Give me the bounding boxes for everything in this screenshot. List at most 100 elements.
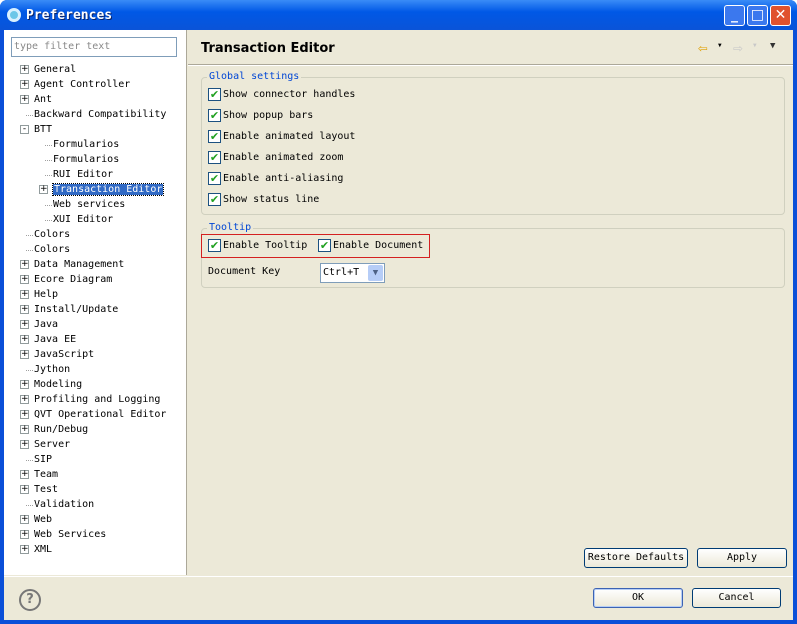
close-button[interactable]: ✕ — [770, 5, 791, 26]
enable-tooltip-checkbox[interactable]: ✔ Enable Tooltip — [208, 239, 307, 253]
expand-icon[interactable]: + — [20, 380, 29, 389]
document-key-select[interactable]: Ctrl+T ▼ — [320, 263, 385, 283]
tree-item[interactable]: Backward Compatibility — [26, 108, 166, 123]
tree-item-label: JavaScript — [34, 349, 95, 360]
tree-item[interactable]: Colors — [26, 228, 71, 243]
tree-item-label: Colors — [34, 229, 71, 240]
expand-icon[interactable]: + — [20, 65, 29, 74]
tree-item[interactable]: + Agent Controller — [20, 78, 130, 93]
tree-item-label: Ecore Diagram — [34, 274, 113, 285]
chevron-down-icon[interactable]: ▼ — [368, 265, 383, 281]
tree-item[interactable]: + Ant — [20, 93, 53, 108]
back-dropdown-icon[interactable]: ▼ — [718, 42, 722, 49]
tree-item[interactable]: + Web — [20, 513, 52, 528]
cancel-button[interactable]: Cancel — [692, 588, 781, 608]
check-icon: ✔ — [208, 239, 221, 252]
minimize-button[interactable]: _ — [724, 5, 745, 26]
tree-item[interactable]: + Run/Debug — [20, 423, 88, 438]
expand-icon[interactable]: + — [20, 320, 29, 329]
tree-item[interactable]: + Web Services — [20, 528, 106, 543]
tree-item[interactable]: - BTT — [20, 123, 52, 138]
tree-item[interactable]: Formularios — [45, 138, 120, 153]
tree-item[interactable]: + Profiling and Logging — [20, 393, 160, 408]
tree-item-label: Java — [34, 319, 59, 330]
page-title: Transaction Editor — [201, 41, 335, 56]
expand-icon[interactable]: + — [20, 395, 29, 404]
tree-item[interactable]: Colors — [26, 243, 70, 258]
tree-item[interactable]: Jython — [26, 363, 70, 378]
expand-icon[interactable]: + — [20, 515, 29, 524]
expand-icon[interactable]: + — [20, 440, 29, 449]
maximize-button[interactable]: □ — [747, 5, 768, 26]
check-icon: ✔ — [208, 88, 221, 101]
expand-icon[interactable]: + — [20, 530, 29, 539]
tree-item[interactable]: + Java EE — [20, 333, 76, 348]
title-bar[interactable]: Preferences _ □ ✕ — [0, 0, 797, 30]
tree-item-label: Test — [34, 484, 59, 495]
tree-item[interactable]: Web services — [45, 198, 125, 213]
forward-icon[interactable]: ⇨ — [733, 38, 743, 57]
tree-connector — [26, 460, 33, 461]
tree-item-label: XML — [34, 544, 53, 555]
expand-icon[interactable]: + — [39, 185, 48, 194]
view-menu-icon[interactable]: ▼ — [770, 41, 775, 51]
tree-item[interactable]: + XML — [20, 543, 53, 558]
tree-connector — [26, 250, 33, 251]
collapse-icon[interactable]: - — [20, 125, 29, 134]
global-option-checkbox[interactable]: ✔ Show status line — [208, 193, 319, 207]
check-icon: ✔ — [208, 172, 221, 185]
tree-item[interactable]: + Transaction Editor — [39, 183, 165, 198]
help-icon[interactable]: ? — [19, 589, 41, 611]
expand-icon[interactable]: + — [20, 275, 29, 284]
tree-item[interactable]: + Data Management — [20, 258, 124, 273]
enable-document-checkbox[interactable]: ✔ Enable Document — [318, 239, 423, 253]
expand-icon[interactable]: + — [20, 485, 29, 494]
global-option-checkbox[interactable]: ✔ Enable anti-aliasing — [208, 172, 343, 186]
tree-item[interactable]: RUI Editor — [45, 168, 113, 183]
tree-item[interactable]: + JavaScript — [20, 348, 95, 363]
check-icon: ✔ — [318, 239, 331, 252]
expand-icon[interactable]: + — [20, 350, 29, 359]
expand-icon[interactable]: + — [20, 410, 29, 419]
tree-item[interactable]: + Team — [20, 468, 58, 483]
tree-item[interactable]: + General — [20, 63, 76, 78]
expand-icon[interactable]: + — [20, 470, 29, 479]
expand-icon[interactable]: + — [20, 260, 29, 269]
filter-input[interactable]: type filter text — [11, 37, 177, 57]
global-option-checkbox[interactable]: ✔ Show popup bars — [208, 109, 313, 123]
tree-item-label: Ant — [34, 94, 53, 105]
ok-button[interactable]: OK — [593, 588, 683, 608]
expand-icon[interactable]: + — [20, 545, 29, 554]
tree-item[interactable]: SIP — [26, 453, 52, 468]
expand-icon[interactable]: + — [20, 305, 29, 314]
tree-item[interactable]: + Modeling — [20, 378, 82, 393]
tree-item[interactable]: Validation — [26, 498, 94, 513]
global-option-checkbox[interactable]: ✔ Enable animated zoom — [208, 151, 343, 165]
tree-item-label: QVT Operational Editor — [34, 409, 167, 420]
expand-icon[interactable]: + — [20, 290, 29, 299]
expand-icon[interactable]: + — [20, 95, 29, 104]
preference-tree-panel: type filter text + General + Agent Controll… — [4, 30, 187, 575]
apply-button[interactable]: Apply — [697, 548, 787, 568]
expand-icon[interactable]: + — [20, 80, 29, 89]
tree-item[interactable]: + Server — [20, 438, 70, 453]
tree-item[interactable]: XUI Editor — [45, 213, 113, 228]
global-option-checkbox[interactable]: ✔ Enable animated layout — [208, 130, 355, 144]
forward-dropdown-icon[interactable]: ▼ — [753, 42, 757, 49]
tree-item-label: Formularios — [53, 139, 120, 150]
expand-icon[interactable]: + — [20, 335, 29, 344]
enable-document-label: Enable Document — [333, 240, 424, 251]
tree-item[interactable]: Formularios — [45, 153, 119, 168]
tree-item[interactable]: + QVT Operational Editor — [20, 408, 167, 423]
expand-icon[interactable]: + — [20, 425, 29, 434]
tree-item[interactable]: + Test — [20, 483, 59, 498]
restore-defaults-button[interactable]: Restore Defaults — [584, 548, 688, 568]
tree-item[interactable]: + Ecore Diagram — [20, 273, 113, 288]
back-icon[interactable]: ⇦ — [698, 38, 708, 57]
global-option-checkbox[interactable]: ✔ Show connector handles — [208, 88, 355, 102]
option-label: Show connector handles — [223, 89, 356, 100]
tree-item[interactable]: + Install/Update — [20, 303, 118, 318]
tree-item[interactable]: + Help — [20, 288, 58, 303]
tree-item[interactable]: + Java — [20, 318, 59, 333]
enable-tooltip-label: Enable Tooltip — [223, 240, 308, 251]
